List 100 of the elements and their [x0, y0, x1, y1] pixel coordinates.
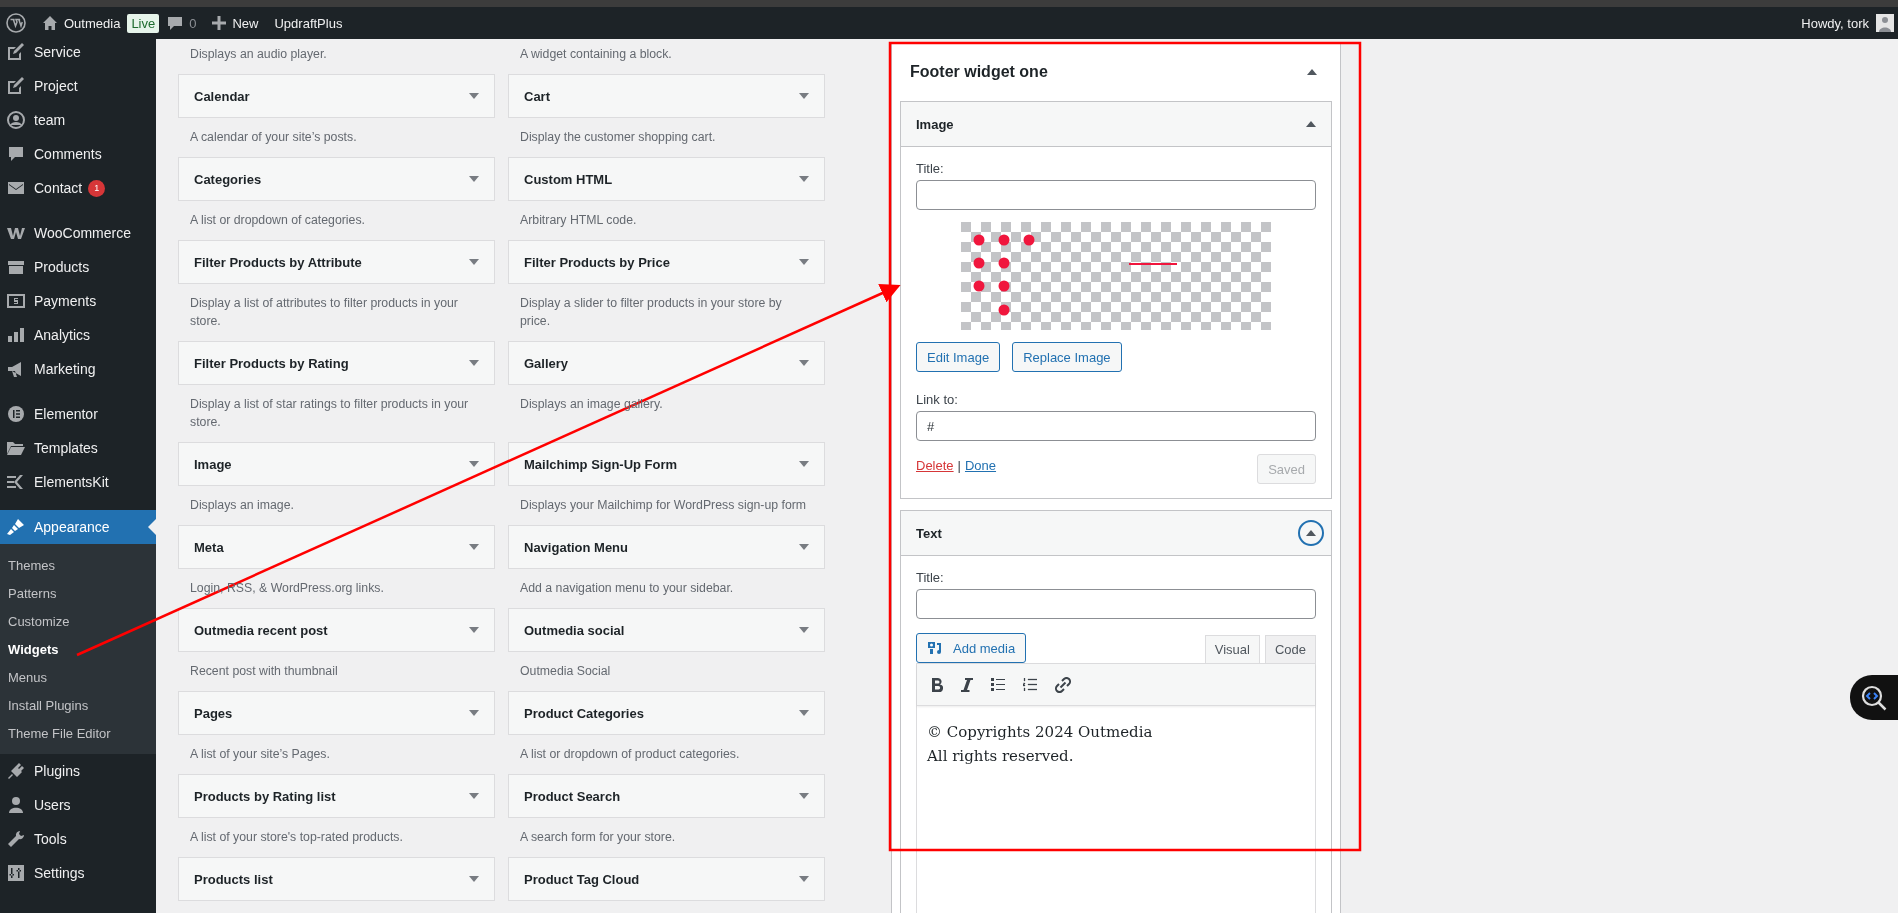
widget-description: A search form for your store.: [519, 829, 677, 846]
available-widget[interactable]: Product Search: [508, 774, 825, 818]
widget-description: Outmedia Social: [519, 663, 612, 680]
secondary-button[interactable]: Edit Image: [916, 342, 1001, 372]
available-widget[interactable]: Navigation Menu: [508, 525, 825, 569]
numbered-list-icon[interactable]: [1023, 678, 1037, 691]
speech-bubble-icon: [6, 144, 26, 164]
available-widget[interactable]: Outmedia recent post: [178, 608, 495, 652]
bulleted-list-icon[interactable]: [991, 678, 1005, 691]
triangle-down-icon: [799, 544, 809, 550]
avatar-silhouette-icon[interactable]: [1876, 14, 1894, 32]
submenu-item[interactable]: Patterns: [0, 579, 156, 607]
sidebar-menu-item[interactable]: Appearance: [0, 510, 156, 544]
sidebar-menu-item[interactable]: ElementsKit: [0, 465, 156, 499]
triangle-up-icon: [1306, 121, 1316, 127]
sidebar-menu-item[interactable]: Plugins: [0, 754, 156, 788]
widget-description: Display the customer shopping cart.: [519, 129, 717, 146]
triangle-down-icon: [469, 627, 479, 633]
triangle-down-icon: [799, 793, 809, 799]
collapse-toggle[interactable]: [1298, 520, 1324, 546]
sidebar-menu-item[interactable]: Settings: [0, 856, 156, 890]
available-widget[interactable]: Custom HTML: [508, 157, 825, 201]
editor-tab[interactable]: Code: [1264, 635, 1316, 663]
available-widget[interactable]: Pages: [178, 691, 495, 735]
widget-area-title: Footer widget one: [910, 63, 1048, 81]
sidebar-menu-item[interactable]: team: [0, 103, 156, 137]
submenu-item[interactable]: Themes: [0, 551, 156, 579]
sidebar-menu-item[interactable]: Service: [0, 39, 156, 69]
wordpress-logo-icon[interactable]: [6, 13, 26, 33]
triangle-down-icon: [469, 93, 479, 99]
link-input[interactable]: #: [916, 411, 1316, 441]
submenu-item[interactable]: Theme File Editor: [0, 719, 156, 747]
available-widget[interactable]: Categories: [178, 157, 495, 201]
link-separator: |: [957, 458, 961, 473]
text-editor[interactable]: © Copyrights 2024 Outmedia All rights reserved.: [916, 663, 1316, 913]
italic-icon[interactable]: [961, 677, 973, 692]
available-widget[interactable]: Cart: [508, 74, 825, 118]
available-widget[interactable]: Product Categories: [508, 691, 825, 735]
sidebar-menu-item[interactable]: Tools: [0, 822, 156, 856]
submenu-item[interactable]: Widgets: [0, 635, 156, 663]
sidebar-menu-item[interactable]: Payments: [0, 284, 156, 318]
title-input[interactable]: [916, 589, 1316, 619]
user-icon: [6, 795, 26, 815]
triangle-down-icon: [469, 710, 479, 716]
done-link[interactable]: Done: [964, 458, 997, 473]
comments-count[interactable]: 0: [189, 15, 197, 31]
sidebar-menu-item[interactable]: Elementor: [0, 397, 156, 431]
available-widget[interactable]: Filter Products by Price: [508, 240, 825, 284]
delete-link[interactable]: Delete: [916, 458, 954, 473]
sidebar-menu-item[interactable]: Comments: [0, 137, 156, 171]
plug-icon: [6, 761, 26, 781]
title-input[interactable]: [916, 180, 1316, 210]
sidebar-menu-item[interactable]: Analytics: [0, 318, 156, 352]
sidebar-menu-item[interactable]: Products: [0, 250, 156, 284]
available-widget[interactable]: Meta: [178, 525, 495, 569]
floating-search-button[interactable]: [1850, 675, 1898, 720]
available-widget[interactable]: Image: [178, 442, 495, 486]
available-widget[interactable]: Mailchimp Sign-Up Form: [508, 442, 825, 486]
submenu-item[interactable]: Install Plugins: [0, 691, 156, 719]
sliders-icon: [6, 863, 26, 883]
person-circle-icon: [6, 110, 26, 130]
current-menu-pointer: [148, 519, 156, 535]
triangle-down-icon: [799, 627, 809, 633]
sidebar-menu-item[interactable]: Marketing: [0, 352, 156, 386]
plus-icon[interactable]: [212, 16, 227, 30]
triangle-down-icon: [799, 360, 809, 366]
link-icon[interactable]: [1055, 676, 1071, 693]
greeting-link[interactable]: Howdy, tork: [1801, 15, 1869, 31]
triangle-down-icon: [469, 461, 479, 467]
sidebar-menu-item[interactable]: Contact 1: [0, 171, 156, 205]
triangle-down-icon: [469, 544, 479, 550]
editor-text-line: © Copyrights 2024 Outmedia: [927, 722, 1154, 743]
add-media-button[interactable]: Add media: [916, 633, 1027, 663]
editor-tab[interactable]: Visual: [1204, 635, 1260, 663]
submenu-item[interactable]: Customize: [0, 607, 156, 635]
triangle-down-icon: [799, 259, 809, 265]
available-widget[interactable]: Products list: [178, 857, 495, 901]
available-widget[interactable]: Filter Products by Rating: [178, 341, 495, 385]
bold-icon[interactable]: [931, 677, 943, 692]
available-widget[interactable]: Gallery: [508, 341, 825, 385]
widget-description: A widget containing a block.: [519, 46, 673, 63]
new-link[interactable]: New: [232, 15, 259, 31]
available-widget[interactable]: Filter Products by Attribute: [178, 240, 495, 284]
widget-description: Display a slider to filter products in your store by price.: [519, 295, 783, 330]
sidebar-menu-item[interactable]: WooCommerce: [0, 216, 156, 250]
sidebar-menu-item[interactable]: Templates: [0, 431, 156, 465]
submenu-item[interactable]: Menus: [0, 663, 156, 691]
site-name-link[interactable]: Outmedia: [64, 15, 121, 31]
widget-description: Displays an audio player.: [189, 46, 328, 63]
field-label: Title:: [916, 570, 945, 585]
available-widget[interactable]: Products by Rating list: [178, 774, 495, 818]
secondary-button[interactable]: Replace Image: [1012, 342, 1122, 372]
sidebar-menu-item[interactable]: Users: [0, 788, 156, 822]
updraftplus-link[interactable]: UpdraftPlus: [274, 15, 343, 31]
available-widget[interactable]: Product Tag Cloud: [508, 857, 825, 901]
available-widget[interactable]: Calendar: [178, 74, 495, 118]
home-icon[interactable]: [42, 15, 58, 31]
speech-bubble-icon[interactable]: [167, 15, 184, 31]
available-widget[interactable]: Outmedia social: [508, 608, 825, 652]
sidebar-menu-item[interactable]: Project: [0, 69, 156, 103]
